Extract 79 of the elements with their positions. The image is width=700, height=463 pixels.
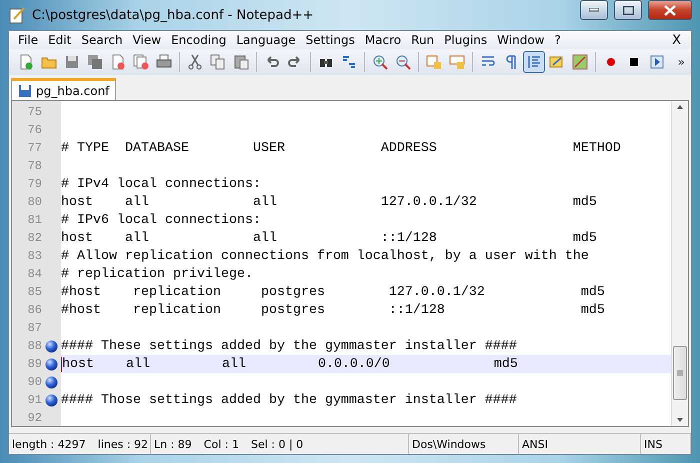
replace-icon xyxy=(341,54,357,70)
file-tab[interactable]: pg_hba.conf xyxy=(11,78,116,100)
close-file-icon xyxy=(110,54,126,70)
printer-icon xyxy=(156,54,172,70)
line-number: 83 xyxy=(26,249,42,263)
line-number: 78 xyxy=(26,159,42,173)
line-number: 86 xyxy=(26,303,42,317)
status-text: lines : 92 xyxy=(98,438,148,450)
code-line: # Allow replication connections from localhost, by a user with the xyxy=(61,248,589,264)
window-lock-icon xyxy=(449,54,465,70)
status-text: Col : 1 xyxy=(204,438,239,450)
menu-item[interactable]: Window xyxy=(492,33,550,47)
grip-icon xyxy=(677,370,683,376)
minimize-button[interactable] xyxy=(580,0,608,20)
status-text: Ln : 89 xyxy=(154,438,192,450)
code-line: #### These settings added by the gymmaster installer #### xyxy=(61,338,517,354)
menu-item[interactable]: Search xyxy=(76,33,128,47)
maximize-icon xyxy=(622,6,634,14)
line-number: 85 xyxy=(26,285,42,299)
map-icon xyxy=(572,54,588,70)
line-number: 90 xyxy=(26,375,42,389)
menu-item[interactable]: Macro xyxy=(360,33,406,47)
menu-item[interactable]: Edit xyxy=(43,33,76,47)
menu-item[interactable]: Run xyxy=(406,33,440,47)
zoom-in-icon xyxy=(372,54,388,70)
status-text: length : 4297 xyxy=(12,438,86,450)
status-text: ANSI xyxy=(522,438,548,450)
scrollbar[interactable] xyxy=(671,101,688,426)
line-number: 84 xyxy=(26,267,42,281)
play-icon xyxy=(649,54,665,70)
close-icon xyxy=(664,4,676,16)
menu-item[interactable]: Plugins xyxy=(439,33,492,47)
line-number: 79 xyxy=(26,177,42,191)
status-text: Sel : 0 | 0 xyxy=(250,438,304,450)
indent-guide-icon xyxy=(526,54,542,70)
line-number: 82 xyxy=(26,231,42,245)
line-number: 77 xyxy=(26,141,42,155)
code-line: # replication privilege. xyxy=(61,266,253,282)
close-files-icon xyxy=(133,54,149,70)
clipboard-icon xyxy=(233,54,249,70)
menu-item[interactable]: File xyxy=(13,33,44,47)
line-number: 89 xyxy=(26,357,42,371)
menu-item[interactable]: ? xyxy=(549,33,566,47)
disks-icon xyxy=(87,54,103,70)
menu-item[interactable]: Encoding xyxy=(166,33,232,47)
menu-item[interactable]: Language xyxy=(231,33,301,47)
code-line: host all all 0.0.0.0/0 md5 xyxy=(62,356,518,372)
code-line: #host replication postgres 127.0.0.1/32 md5 xyxy=(61,284,605,300)
copy-icon xyxy=(210,54,226,70)
code-line: host all all 127.0.0.1/32 md5 xyxy=(61,194,597,210)
line-number: 91 xyxy=(26,393,42,407)
status-text: INS xyxy=(644,438,662,450)
code-line: # IPv6 local connections: xyxy=(61,212,261,228)
scissors-icon xyxy=(187,54,203,70)
code-line: #### Those settings added by the gymmaster installer #### xyxy=(61,392,517,408)
line-number: 80 xyxy=(26,195,42,209)
close-document-button[interactable]: X xyxy=(666,32,687,48)
code-line: #host replication postgres ::1/128 md5 xyxy=(61,302,605,318)
menu-item[interactable]: View xyxy=(128,33,166,47)
notepad-icon xyxy=(8,6,26,24)
new-file-icon xyxy=(18,54,34,70)
code-line: # TYPE DATABASE USER ADDRESS METHOD xyxy=(61,140,621,156)
line-number: 87 xyxy=(26,321,42,335)
line-number: 92 xyxy=(26,411,42,425)
code-line: host all all ::1/128 md5 xyxy=(61,230,597,246)
minimize-icon xyxy=(589,8,599,12)
window-title: C:\postgres\data\pg_hba.conf - Notepad++ xyxy=(32,8,315,22)
line-number: 81 xyxy=(26,213,42,227)
line-number: 75 xyxy=(26,105,42,119)
line-number: 88 xyxy=(26,339,42,353)
more-button[interactable]: » xyxy=(678,55,685,69)
maximize-button[interactable] xyxy=(614,0,642,20)
window-lock-icon xyxy=(426,54,442,70)
status-text: Dos\Windows xyxy=(412,438,486,450)
zoom-out-icon xyxy=(395,54,411,70)
menu-item[interactable]: Settings xyxy=(300,33,360,47)
line-number: 76 xyxy=(26,123,42,137)
code-line: # IPv4 local connections: xyxy=(61,176,261,192)
close-button[interactable] xyxy=(648,0,692,20)
